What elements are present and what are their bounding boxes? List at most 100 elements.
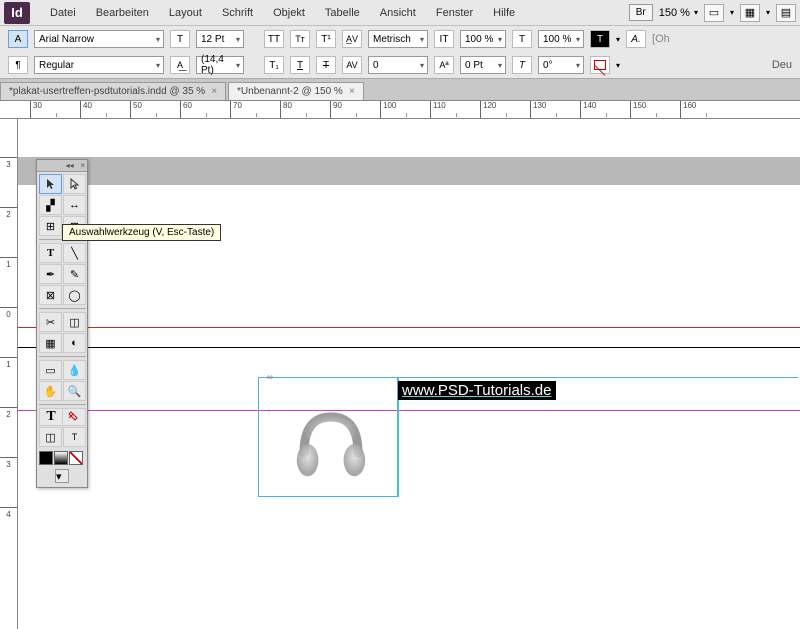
url-text[interactable]: www.PSD-Tutorials.de [398,381,556,400]
formatting-container-icon[interactable]: ◫ [39,427,62,447]
page-edge [18,157,800,185]
direct-selection-tool[interactable] [63,174,86,194]
scissors-tool[interactable]: ✂ [39,312,62,332]
font-family-dropdown[interactable]: Arial Narrow [34,30,164,48]
hscale-dropdown[interactable]: 100 % [538,30,584,48]
ruler-tick: 120 [480,101,530,118]
skew-dropdown[interactable]: 0° [538,56,584,74]
ruler-tick: 3 [0,157,17,207]
fill-stroke-swap[interactable]: T [39,408,86,426]
gradient-feather-tool[interactable]: ◐ [63,333,86,353]
superscript-icon[interactable]: T¹ [316,30,336,48]
menu-hilfe[interactable]: Hilfe [483,7,525,19]
zoom-tool[interactable]: 🔍 [63,381,86,401]
ruler-tick: 40 [80,101,130,118]
formatting-text-icon[interactable]: T [63,427,86,447]
view-mode-row: ▾ [37,467,87,487]
ruler-tick: 30 [30,101,80,118]
doc-tab-1[interactable]: *plakat-usertreffen-psdtutorials.indd @ … [0,82,226,100]
ruler-tick: 3 [0,457,17,507]
line-tool[interactable]: ╲ [63,243,86,263]
page-tool[interactable]: ▞ [39,195,62,215]
hand-tool[interactable]: ✋ [39,381,62,401]
ruler-tick: 90 [330,101,380,118]
vscale-dropdown[interactable]: 100 % [460,30,506,48]
content-collector-tool[interactable]: ⊞ [39,216,62,236]
doc-tab-2[interactable]: *Unbenannt-2 @ 150 % × [228,82,364,100]
type-tool[interactable]: T [39,243,62,263]
vscale-icon: IT [434,30,454,48]
bridge-button[interactable]: Br [629,4,653,21]
color-swatches [37,449,87,467]
menu-layout[interactable]: Layout [159,7,212,19]
swatch-gradient[interactable] [54,451,68,465]
note-tool[interactable]: ▭ [39,360,62,380]
ruler-tick: 140 [580,101,630,118]
font-size-dropdown[interactable]: 12 Pt [196,30,244,48]
fill-color-icon[interactable]: T [590,30,610,48]
app-icon: Id [4,2,30,24]
kerning-dropdown[interactable]: Metrisch [368,30,428,48]
close-icon[interactable]: × [211,86,217,97]
ruler-tick: 0 [0,307,17,357]
menu-ansicht[interactable]: Ansicht [370,7,426,19]
stroke-color-icon[interactable] [590,56,610,74]
swatch-black[interactable] [39,451,53,465]
menubar-right: Br 150 % ▾ ▭ ▾ ▦ ▾ ▤ [629,4,796,22]
menu-objekt[interactable]: Objekt [263,7,315,19]
ruler-tick: 160 [680,101,730,118]
document-canvas[interactable]: ⬄ www.PSD-Tutorials.de [18,119,800,629]
baseline-icon: Aª [434,56,454,74]
underline-icon[interactable]: T [290,56,310,74]
tools-grid: ▞ ↔ ⊞ ⊡ T ╲ ✒ ✎ ⊠ ◯ ✂ ◫ ▦ ◐ ▭ 💧 ✋ 🔍 T [37,172,87,449]
selection-tool[interactable] [39,174,62,194]
ruler-tick: 50 [130,101,180,118]
gap-tool[interactable]: ↔ [63,195,86,215]
language-label: Deu [772,59,792,71]
menu-tabelle[interactable]: Tabelle [315,7,370,19]
headphones-graphic[interactable] [286,399,376,489]
tooltip: Auswahlwerkzeug (V, Esc-Taste) [62,224,221,241]
zoom-dropdown[interactable]: 150 % ▾ [659,7,698,19]
guide-red[interactable] [18,327,800,328]
pencil-tool[interactable]: ✎ [63,264,86,284]
menu-bearbeiten[interactable]: Bearbeiten [86,7,159,19]
ruler-tick: 2 [0,207,17,257]
panel-header[interactable]: ◂◂ × [37,160,87,172]
ruler-tick: 1 [0,257,17,307]
free-transform-tool[interactable]: ◫ [63,312,86,332]
tracking-dropdown[interactable]: 0 [368,56,428,74]
menu-schrift[interactable]: Schrift [212,7,263,19]
leading-dropdown[interactable]: (14,4 Pt) [196,56,244,74]
font-style-dropdown[interactable]: Regular [34,56,164,74]
baseline-dropdown[interactable]: 0 Pt [460,56,506,74]
view-mode-normal[interactable]: ▾ [55,469,69,483]
vertical-ruler[interactable]: 3 2 1 0 1 2 3 4 [0,119,18,629]
strikethrough-icon[interactable]: T [316,56,336,74]
smallcaps-icon[interactable]: Tᴛ [290,30,310,48]
menu-fenster[interactable]: Fenster [426,7,483,19]
tools-panel[interactable]: ◂◂ × ▞ ↔ ⊞ ⊡ T ╲ ✒ ✎ ⊠ ◯ ✂ ◫ ▦ ◐ ▭ 💧 ✋ 🔍 [36,159,88,488]
char-style-icon[interactable]: A. [626,30,646,48]
rectangle-frame-tool[interactable]: ⊠ [39,285,62,305]
character-mode-icon[interactable]: A [8,30,28,48]
pen-tool[interactable]: ✒ [39,264,62,284]
eyedropper-tool[interactable]: 💧 [63,360,86,380]
swatch-none[interactable] [69,451,83,465]
close-icon[interactable]: × [349,86,355,97]
menu-datei[interactable]: Datei [40,7,86,19]
screen-mode-icon[interactable]: ▭ [704,4,724,22]
allcaps-icon[interactable]: TT [264,30,284,48]
paragraph-mode-icon[interactable]: ¶ [8,56,28,74]
arrange-docs-icon[interactable]: ▦ [740,4,760,22]
zoom-value: 150 % [659,7,690,19]
horizontal-ruler[interactable]: 30 40 50 60 70 80 90 100 110 120 130 140… [0,101,800,119]
ellipse-tool[interactable]: ◯ [63,285,86,305]
chevron-down-icon: ▾ [694,8,698,17]
gradient-swatch-tool[interactable]: ▦ [39,333,62,353]
hscale-icon: T [512,30,532,48]
workspace-icon[interactable]: ▤ [776,4,796,22]
ruler-tick: 4 [0,507,17,557]
subscript-icon[interactable]: T₁ [264,56,284,74]
tracking-icon: AV [342,56,362,74]
